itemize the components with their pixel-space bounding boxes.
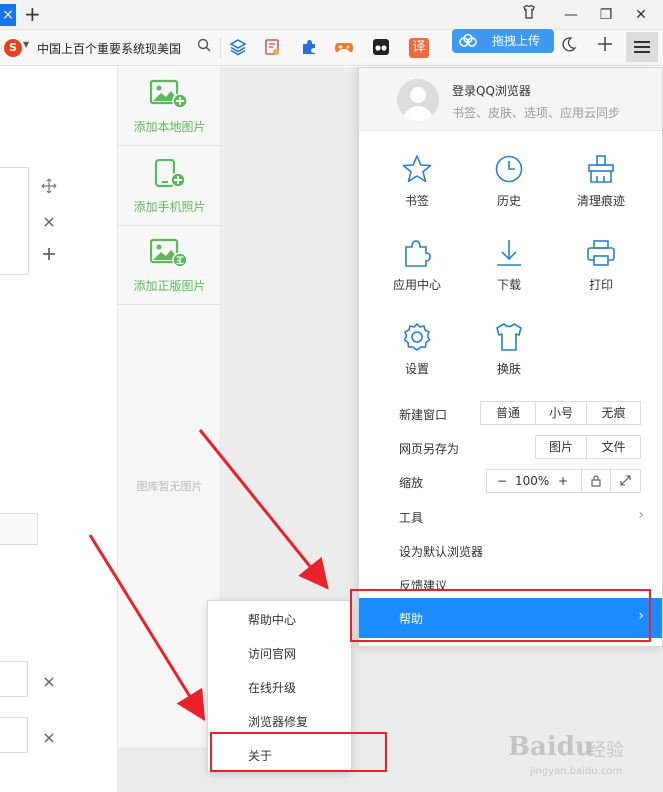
- watermark-suffix: 经验: [588, 740, 624, 761]
- annotation-arrow-about: [88, 534, 206, 722]
- watermark-url: jingyan.baidu.com: [530, 766, 623, 777]
- annotation-arrow-help: [198, 429, 329, 590]
- baidu-watermark: Baidu 经验 jingyan.baidu.com: [508, 730, 658, 785]
- annotation-arrows: [88, 429, 329, 722]
- watermark-brand: Baidu: [508, 732, 594, 762]
